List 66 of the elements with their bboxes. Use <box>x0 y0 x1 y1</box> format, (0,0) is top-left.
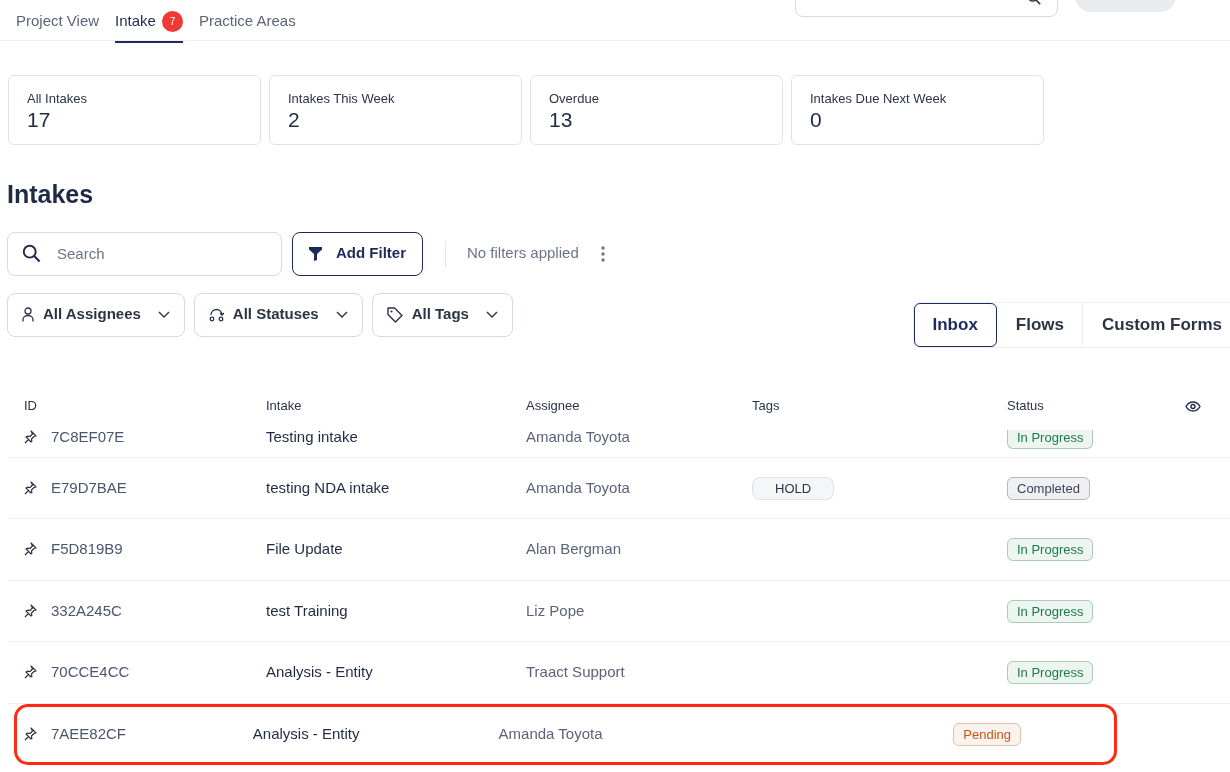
table-cell: File Update <box>266 540 343 557</box>
filter-dropdown[interactable]: All Statuses <box>193 292 363 337</box>
status-pill: In Progress <box>1007 661 1094 684</box>
person-icon <box>22 307 34 322</box>
table-cell-text: 7AEE82CF <box>51 724 127 744</box>
pin-icon[interactable] <box>24 480 37 495</box>
table-cell-text: F5D819B9 <box>51 539 123 559</box>
stat-value: 0 <box>810 108 823 130</box>
status-pill: In Progress <box>1007 538 1094 561</box>
table-cell: Alan Bergman <box>526 540 622 557</box>
tag-icon <box>386 306 403 323</box>
count-badge: 7 <box>161 10 183 32</box>
status-pill: Completed <box>1007 476 1090 500</box>
tag: HOLD <box>752 476 835 500</box>
pin-icon[interactable] <box>24 665 37 680</box>
stat-label: Intakes Due Next Week <box>810 90 948 108</box>
status-pill: In Progress <box>1007 599 1094 623</box>
filter-dropdown[interactable]: All Tags <box>371 292 513 337</box>
filter-dropdown[interactable]: All Assignees <box>7 292 185 337</box>
nav-tab[interactable]: Intake 7 <box>115 0 183 43</box>
table-cell: Analysis - Entity <box>266 663 373 680</box>
table-cell: Testing intake <box>266 427 358 445</box>
table-cell: Amanda Toyota <box>526 478 630 496</box>
pin-icon[interactable] <box>24 603 37 618</box>
page-heading: Intakes <box>7 179 94 209</box>
pin-icon[interactable] <box>24 542 37 557</box>
add-filter-button[interactable]: Add Filter <box>292 231 423 276</box>
stat-label: Overdue <box>549 90 600 108</box>
table-cell: test Training <box>266 601 348 619</box>
nav-tab[interactable]: Project View <box>16 0 100 43</box>
column-header: Tags <box>752 397 780 413</box>
status-pill: Pending <box>953 723 1021 746</box>
table-cell: Analysis - Entity <box>252 725 360 742</box>
status-pill: In Progress <box>1007 429 1094 449</box>
chevron-icon <box>335 311 348 318</box>
column-header: Assignee <box>526 397 580 413</box>
table-cell: Liz Pope <box>526 601 585 619</box>
table-cell-text: 332A245C <box>51 600 122 621</box>
table-cell: Amanda Toyota <box>498 725 603 742</box>
table-cell-text: 70CCE4CC <box>51 662 130 682</box>
search-icon <box>22 243 41 263</box>
table-cell: testing NDA intake <box>266 478 390 496</box>
chevron-icon <box>157 311 170 318</box>
table-cell: Amanda Toyota <box>526 427 630 445</box>
chevron-icon <box>485 311 498 318</box>
more-icon[interactable] <box>600 245 605 262</box>
column-header: ID <box>24 396 37 415</box>
eye-icon[interactable] <box>1185 400 1201 412</box>
stat-label: All Intakes <box>27 90 88 108</box>
status-icon <box>208 307 224 322</box>
stat-value: 17 <box>27 108 52 130</box>
table-cell-text: 7C8EF07E <box>51 426 125 447</box>
view-tab[interactable]: Inbox <box>913 302 997 347</box>
filter-status: No filters applied <box>467 243 579 264</box>
search-field[interactable]: Search <box>7 231 282 276</box>
stat-value: 13 <box>549 108 574 130</box>
column-header: Intake <box>266 397 302 413</box>
nav-tab[interactable]: Practice Areas <box>198 0 296 43</box>
table-cell: Traact Support <box>526 663 625 680</box>
column-header: Status <box>1007 397 1044 413</box>
pin-icon[interactable] <box>24 429 37 444</box>
filter-icon <box>309 246 322 261</box>
stat-value: 2 <box>288 108 301 130</box>
stat-label: Intakes This Week <box>288 90 396 108</box>
pin-icon[interactable] <box>24 727 37 742</box>
table-cell-text: E79D7BAE <box>51 477 127 498</box>
